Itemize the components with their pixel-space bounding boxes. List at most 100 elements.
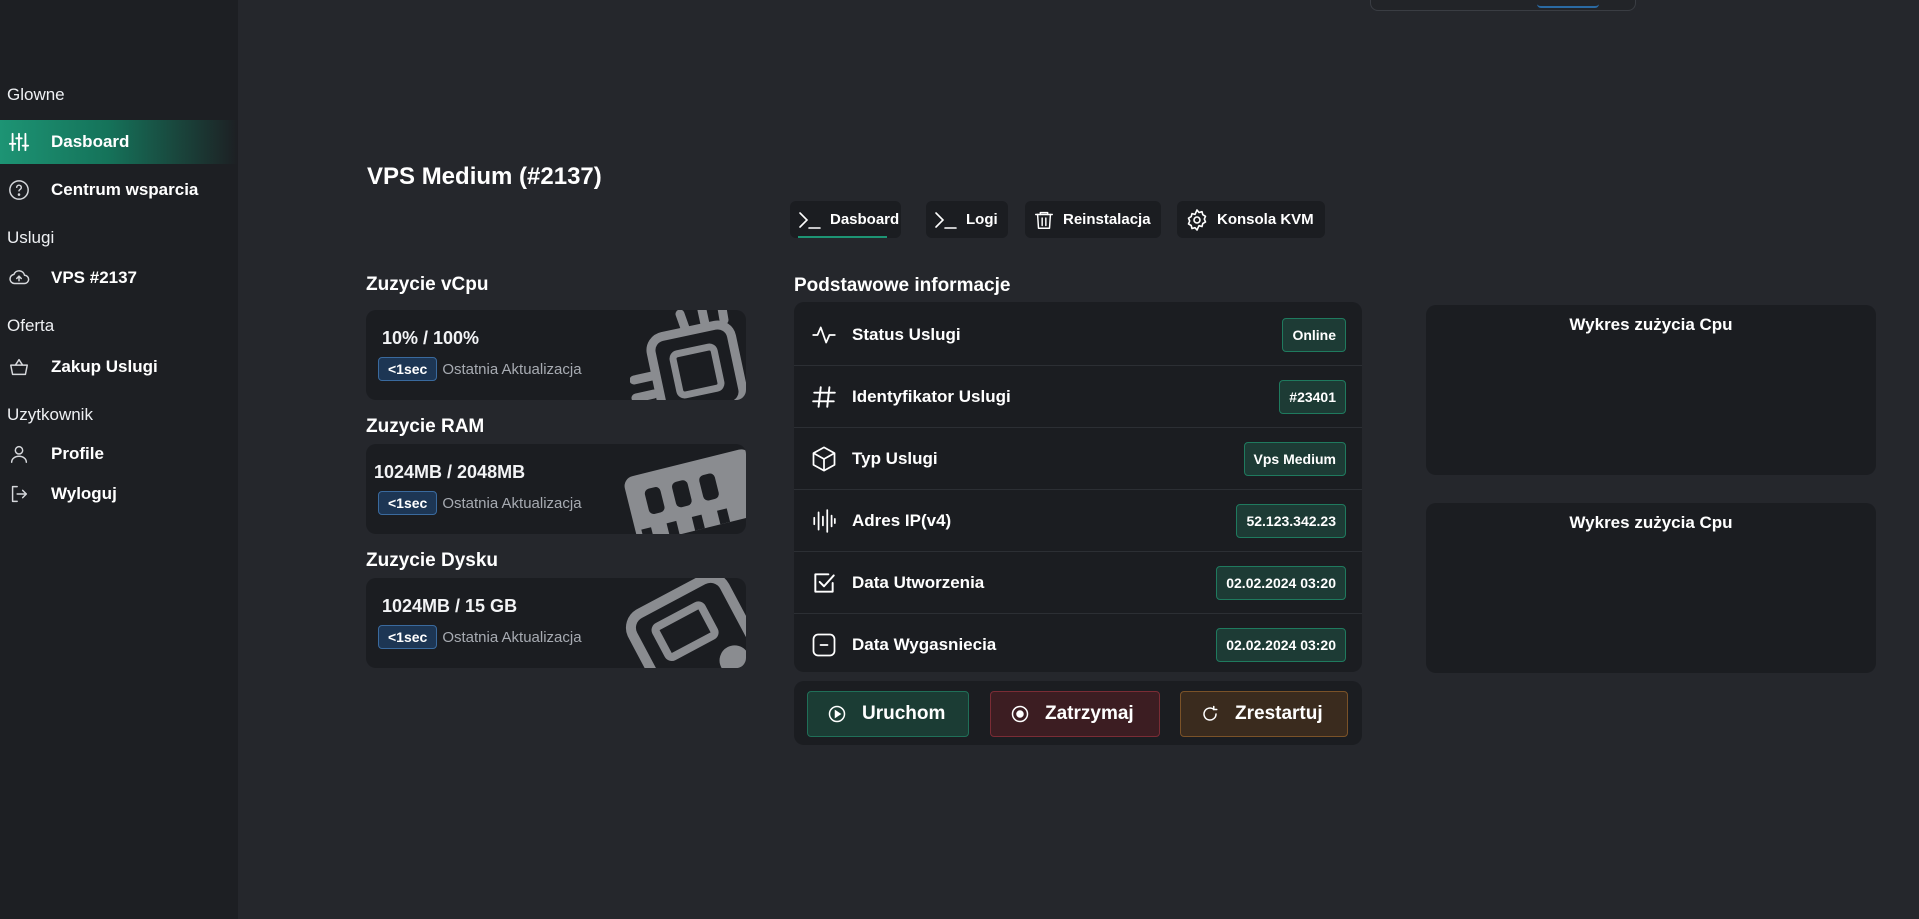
info-row-type: Typ Uslugi Vps Medium <box>794 428 1362 490</box>
info-row-status: Status Uslugi Online <box>794 304 1362 366</box>
gear-icon <box>1185 208 1209 232</box>
start-button[interactable]: Uruchom <box>807 691 969 737</box>
ip-badge: 52.123.342.23 <box>1236 503 1346 538</box>
help-circle-icon <box>7 178 31 202</box>
info-row-label: Data Utworzenia <box>852 572 985 592</box>
cpu-usage-value: 10% / 100% <box>382 328 480 348</box>
expiry-date-badge: 02.02.2024 03:20 <box>1216 628 1346 662</box>
info-row-expires: Data Wygasniecia 02.02.2024 03:20 <box>794 614 1362 676</box>
sidebar-section-user: Uzytkownik <box>7 405 93 424</box>
update-label: Ostatnia Aktualizacja <box>442 628 582 646</box>
cpu-usage-card: 10% / 100% <1sec Ostatnia Aktualizacja <box>366 310 746 400</box>
cpu-chart-panel-2: Wykres zużycia Cpu <box>1426 503 1876 673</box>
cpu-usage-meta: <1sec Ostatnia Aktualizacja <box>378 357 582 381</box>
info-title: Podstawowe informacje <box>794 275 1011 296</box>
power-actions: Uruchom Zatrzymaj Zrestartuj <box>794 681 1362 745</box>
stop-circle-icon <box>1011 705 1029 723</box>
sidebar-section-main: Glowne <box>7 85 65 104</box>
top-search-button[interactable] <box>1537 4 1599 8</box>
user-icon <box>7 442 31 466</box>
type-badge: Vps Medium <box>1243 441 1346 476</box>
cpu-chip-icon <box>629 310 746 400</box>
trash-icon <box>1033 209 1055 231</box>
info-row-label: Typ Uslugi <box>852 448 938 468</box>
ram-usage-card: 1024MB / 2048MB <1sec Ostatnia Aktualiza… <box>366 444 746 534</box>
update-label: Ostatnia Aktualizacja <box>442 360 582 378</box>
sidebar-item-label: Profile <box>51 444 104 463</box>
audio-lines-icon <box>810 507 838 535</box>
sliders-icon <box>7 130 31 154</box>
chart-title: Wykres zużycia Cpu <box>1569 315 1733 334</box>
cpu-usage-title: Zuzycie vCpu <box>366 274 489 295</box>
sidebar-item-support[interactable]: Centrum wsparcia <box>0 168 238 212</box>
sidebar-item-label: Dasboard <box>51 132 130 151</box>
memory-stick-icon <box>620 444 746 534</box>
hash-icon <box>810 383 838 411</box>
logout-icon <box>7 482 31 506</box>
tab-label: Logi <box>966 211 998 228</box>
sidebar: Glowne Dasboard Centrum wsparcia Uslugi … <box>0 0 238 919</box>
info-row-label: Adres IP(v4) <box>852 510 952 530</box>
ram-usage-title: Zuzycie RAM <box>366 416 485 437</box>
sidebar-item-vps[interactable]: VPS #2137 <box>0 256 238 300</box>
tab-label: Dasboard <box>830 211 900 228</box>
id-badge: #23401 <box>1279 379 1346 414</box>
basket-icon <box>7 355 31 379</box>
top-search-box[interactable] <box>1370 0 1636 11</box>
box-icon <box>810 445 838 473</box>
disk-usage-meta: <1sec Ostatnia Aktualizacja <box>378 625 582 649</box>
update-label: Ostatnia Aktualizacja <box>442 494 582 512</box>
activity-icon <box>810 321 838 349</box>
disk-usage-value: 1024MB / 15 GB <box>382 596 518 616</box>
restart-button[interactable]: Zrestartuj <box>1180 691 1348 737</box>
info-panel: Status Uslugi Online Identyfikator Uslug… <box>794 302 1362 672</box>
sidebar-item-label: Wyloguj <box>51 484 117 503</box>
cloud-upload-icon <box>7 266 31 290</box>
stop-button-label: Zatrzymaj <box>1045 703 1134 724</box>
tab-logs[interactable]: Logi <box>926 201 1008 238</box>
sidebar-item-label: VPS #2137 <box>51 268 138 287</box>
cpu-chart-panel: Wykres zużycia Cpu <box>1426 305 1876 475</box>
status-badge: Online <box>1282 317 1346 352</box>
update-time-badge: <1sec <box>378 357 438 381</box>
chart-title: Wykres zużycia Cpu <box>1569 513 1733 532</box>
ram-usage-value: 1024MB / 2048MB <box>374 462 526 482</box>
info-row-label: Data Wygasniecia <box>852 635 997 654</box>
sidebar-section-services: Uslugi <box>7 228 55 247</box>
minus-square-icon <box>810 631 838 659</box>
checkbox-icon <box>810 569 838 597</box>
sidebar-item-logout[interactable]: Wyloguj <box>0 472 238 516</box>
info-row-label: Identyfikator Uslugi <box>852 386 1011 406</box>
tab-dashboard[interactable]: Dasboard <box>790 201 901 238</box>
disk-usage-card: 1024MB / 15 GB <1sec Ostatnia Aktualizac… <box>366 578 746 668</box>
tab-label: Reinstalacja <box>1063 211 1151 228</box>
start-button-label: Uruchom <box>862 703 946 724</box>
disk-usage-title: Zuzycie Dysku <box>366 550 498 571</box>
play-circle-icon <box>828 705 846 723</box>
terminal-icon <box>798 210 822 230</box>
hard-drive-icon <box>620 578 746 668</box>
info-row-created: Data Utworzenia 02.02.2024 03:20 <box>794 552 1362 614</box>
tab-label: Konsola KVM <box>1217 211 1314 228</box>
created-date-badge: 02.02.2024 03:20 <box>1216 565 1346 600</box>
info-row-ip: Adres IP(v4) 52.123.342.23 <box>794 490 1362 552</box>
page-title: VPS Medium (#2137) <box>367 163 602 190</box>
sidebar-item-label: Zakup Uslugi <box>51 357 158 376</box>
stop-button[interactable]: Zatrzymaj <box>990 691 1160 737</box>
info-row-label: Status Uslugi <box>852 324 961 344</box>
sidebar-item-profile[interactable]: Profile <box>0 432 238 476</box>
update-time-badge: <1sec <box>378 491 438 515</box>
sidebar-item-buy[interactable]: Zakup Uslugi <box>0 345 238 389</box>
sidebar-item-dashboard[interactable]: Dasboard <box>0 120 238 164</box>
refresh-icon <box>1201 705 1219 723</box>
sidebar-section-offer: Oferta <box>7 316 55 335</box>
restart-button-label: Zrestartuj <box>1235 703 1323 724</box>
tab-kvm[interactable]: Konsola KVM <box>1177 201 1325 238</box>
terminal-icon <box>934 210 958 230</box>
tab-reinstall[interactable]: Reinstalacja <box>1025 201 1161 238</box>
sidebar-item-label: Centrum wsparcia <box>51 180 199 199</box>
info-row-id: Identyfikator Uslugi #23401 <box>794 366 1362 428</box>
update-time-badge: <1sec <box>378 625 438 649</box>
tab-active-indicator <box>798 236 887 238</box>
ram-usage-meta: <1sec Ostatnia Aktualizacja <box>378 491 582 515</box>
